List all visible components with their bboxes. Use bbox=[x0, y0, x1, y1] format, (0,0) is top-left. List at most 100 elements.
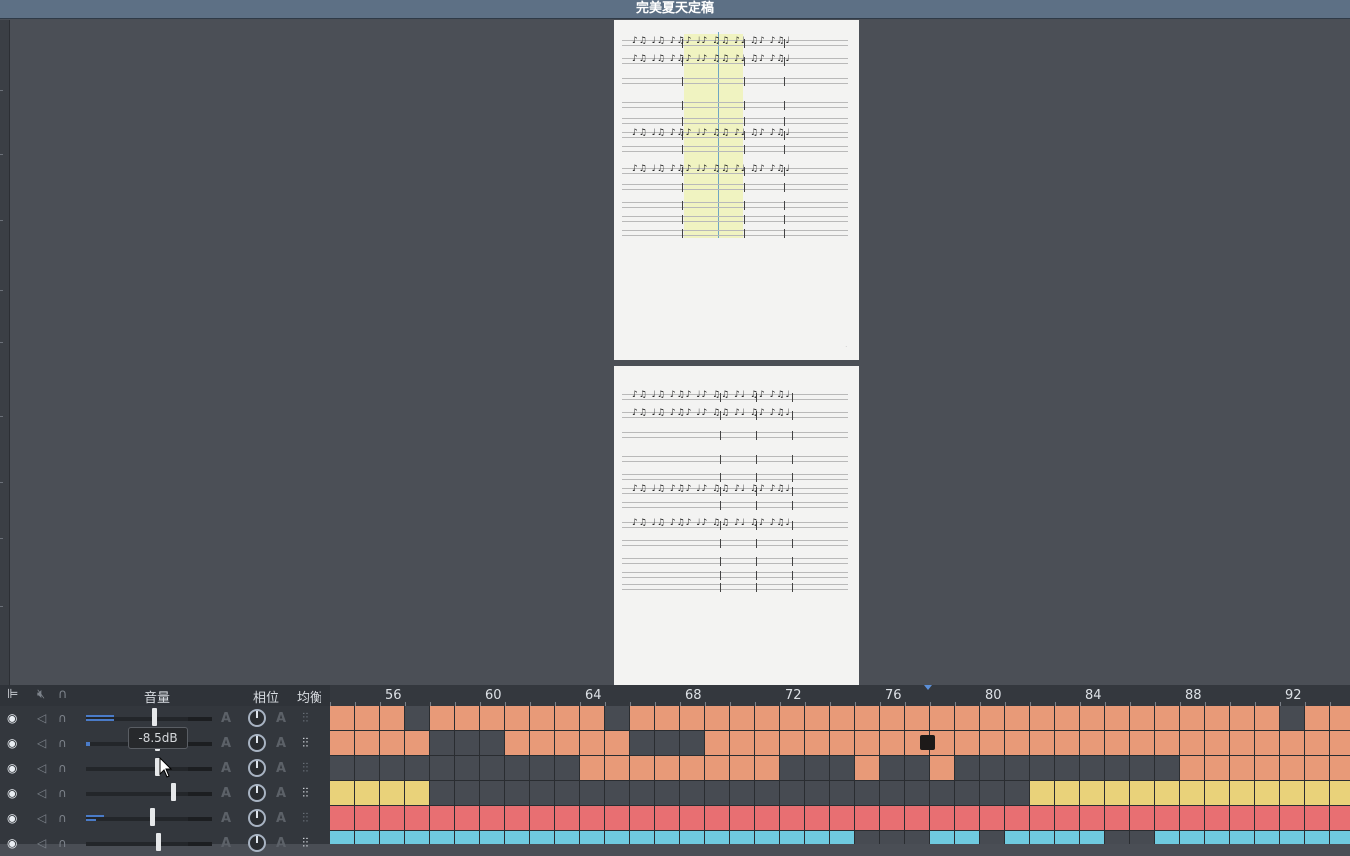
track-bar-cell-filled[interactable] bbox=[1255, 831, 1280, 844]
track-bar-cell-filled[interactable] bbox=[330, 706, 355, 731]
automation-pan-icon[interactable]: A bbox=[276, 761, 286, 776]
track-bar-cell-filled[interactable] bbox=[630, 831, 655, 844]
track-bar-cell-filled[interactable] bbox=[1305, 806, 1330, 831]
track-bar-cell-filled[interactable] bbox=[530, 731, 555, 756]
track-bar-cell-filled[interactable] bbox=[330, 806, 355, 831]
track-bar-cell-empty[interactable] bbox=[730, 781, 755, 806]
track-bar-cell-filled[interactable] bbox=[1230, 706, 1255, 731]
track-bar-cell-filled[interactable] bbox=[430, 806, 455, 831]
track-bar-cell-empty[interactable] bbox=[555, 756, 580, 781]
track-bar-cell-empty[interactable] bbox=[630, 781, 655, 806]
visibility-eye-icon[interactable]: ◉ bbox=[7, 736, 17, 750]
track-bar-cell-filled[interactable] bbox=[655, 706, 680, 731]
track-bar-cell-filled[interactable] bbox=[980, 706, 1005, 731]
track-bar-cell-empty[interactable] bbox=[1130, 756, 1155, 781]
automation-volume-icon[interactable]: A bbox=[221, 736, 231, 751]
track-bar-cell-filled[interactable] bbox=[1330, 831, 1350, 844]
track-bar-cell-filled[interactable] bbox=[655, 756, 680, 781]
track-bar-cell-filled[interactable] bbox=[1205, 806, 1230, 831]
volume-fader[interactable] bbox=[86, 815, 212, 821]
track-bar-cell-filled[interactable] bbox=[680, 831, 705, 844]
volume-fader[interactable] bbox=[86, 792, 212, 796]
automation-volume-icon[interactable]: A bbox=[221, 786, 231, 801]
track-bar-cell-empty[interactable] bbox=[430, 731, 455, 756]
track-bar-cell-filled[interactable] bbox=[1230, 731, 1255, 756]
track-bar-cell-empty[interactable] bbox=[880, 781, 905, 806]
eq-sliders-icon[interactable]: ⫶⫶ bbox=[302, 811, 309, 826]
eq-sliders-icon[interactable]: ⫶⫶ bbox=[302, 786, 309, 801]
mute-all-icon[interactable]: 🔇︎ bbox=[37, 687, 45, 702]
track-bar-cell-filled[interactable] bbox=[955, 806, 980, 831]
track-bar-cell-filled[interactable] bbox=[755, 706, 780, 731]
track-bar-cell-filled[interactable] bbox=[1155, 731, 1180, 756]
track-bar-cell-filled[interactable] bbox=[705, 731, 730, 756]
track-bar-cell-filled[interactable] bbox=[405, 806, 430, 831]
track-bar-cell-filled[interactable] bbox=[955, 731, 980, 756]
selected-bar-marker[interactable] bbox=[920, 735, 935, 750]
volume-fader[interactable] bbox=[86, 842, 212, 846]
track-bar-cell-filled[interactable] bbox=[1255, 806, 1280, 831]
track-bar-cell-filled[interactable] bbox=[505, 806, 530, 831]
volume-fader-handle[interactable] bbox=[152, 708, 157, 726]
track-bar-cell-filled[interactable] bbox=[1330, 806, 1350, 831]
track-bar-cell-filled[interactable] bbox=[505, 831, 530, 844]
track-bar-cell-filled[interactable] bbox=[730, 756, 755, 781]
track-bar-cell-filled[interactable] bbox=[1230, 781, 1255, 806]
track-bar-cell-empty[interactable] bbox=[680, 731, 705, 756]
pan-knob[interactable] bbox=[248, 809, 266, 827]
track-bar-cell-filled[interactable] bbox=[1255, 756, 1280, 781]
track-bar-cell-empty[interactable] bbox=[405, 706, 430, 731]
track-bar-cell-filled[interactable] bbox=[1230, 831, 1255, 844]
track-bar-cell-filled[interactable] bbox=[380, 706, 405, 731]
track-bar-cell-filled[interactable] bbox=[1330, 781, 1350, 806]
track-bar-cell-empty[interactable] bbox=[680, 781, 705, 806]
track-bar-cell-filled[interactable] bbox=[880, 731, 905, 756]
track-bar-cell-filled[interactable] bbox=[480, 706, 505, 731]
track-bar-cell-filled[interactable] bbox=[530, 706, 555, 731]
track-bar-cell-filled[interactable] bbox=[330, 731, 355, 756]
track-bar-cell-filled[interactable] bbox=[980, 806, 1005, 831]
track-bar-cell-empty[interactable] bbox=[830, 756, 855, 781]
track-bar-cell-filled[interactable] bbox=[1080, 831, 1105, 844]
track-bar-cell-empty[interactable] bbox=[1055, 756, 1080, 781]
solo-headphones-icon[interactable]: ∩ bbox=[58, 711, 67, 725]
track-bar-cell-filled[interactable] bbox=[730, 731, 755, 756]
track-bar-cell-filled[interactable] bbox=[880, 806, 905, 831]
track-bar-cell-filled[interactable] bbox=[330, 831, 355, 844]
track-bar-cell-filled[interactable] bbox=[580, 831, 605, 844]
track-bar-cell-filled[interactable] bbox=[1105, 706, 1130, 731]
track-bar-cell-filled[interactable] bbox=[455, 831, 480, 844]
solo-headphones-icon[interactable]: ∩ bbox=[58, 736, 67, 750]
track-bar-cell-filled[interactable] bbox=[1255, 781, 1280, 806]
track-bar-cell-filled[interactable] bbox=[1055, 831, 1080, 844]
eq-sliders-icon[interactable]: ⫶⫶ bbox=[302, 711, 309, 726]
track-bar-cell-empty[interactable] bbox=[530, 781, 555, 806]
track-bar-cell-filled[interactable] bbox=[1005, 806, 1030, 831]
track-bar-cell-filled[interactable] bbox=[1255, 731, 1280, 756]
track-bar-cell-empty[interactable] bbox=[755, 781, 780, 806]
track-bar-cell-empty[interactable] bbox=[1005, 781, 1030, 806]
track-bar-cell-filled[interactable] bbox=[430, 706, 455, 731]
playhead-marker[interactable] bbox=[924, 685, 932, 690]
track-bar-cell-filled[interactable] bbox=[980, 731, 1005, 756]
track-bar-cell-filled[interactable] bbox=[605, 731, 630, 756]
track-bar-cell-filled[interactable] bbox=[730, 831, 755, 844]
track-bar-cell-filled[interactable] bbox=[1155, 781, 1180, 806]
track-bar-cell-filled[interactable] bbox=[555, 706, 580, 731]
track-bar-cell-filled[interactable] bbox=[1305, 706, 1330, 731]
track-bar-cell-empty[interactable] bbox=[480, 781, 505, 806]
mute-speaker-icon[interactable]: ◁ bbox=[37, 736, 46, 750]
automation-pan-icon[interactable]: A bbox=[276, 711, 286, 726]
collapse-panel-icon[interactable]: ⊫ bbox=[7, 687, 18, 702]
track-bar-cell-empty[interactable] bbox=[955, 781, 980, 806]
track-bar-cell-filled[interactable] bbox=[1005, 731, 1030, 756]
eq-sliders-icon[interactable]: ⫶⫶ bbox=[302, 736, 309, 751]
track-bar-cell-empty[interactable] bbox=[455, 756, 480, 781]
track-bar-cell-filled[interactable] bbox=[705, 806, 730, 831]
track-bar-cell-empty[interactable] bbox=[830, 781, 855, 806]
track-bar-cell-filled[interactable] bbox=[330, 781, 355, 806]
track-bar-cell-filled[interactable] bbox=[905, 806, 930, 831]
volume-fader-handle[interactable] bbox=[171, 783, 176, 801]
track-bar-cell-filled[interactable] bbox=[355, 806, 380, 831]
track-bar-cell-filled[interactable] bbox=[705, 831, 730, 844]
